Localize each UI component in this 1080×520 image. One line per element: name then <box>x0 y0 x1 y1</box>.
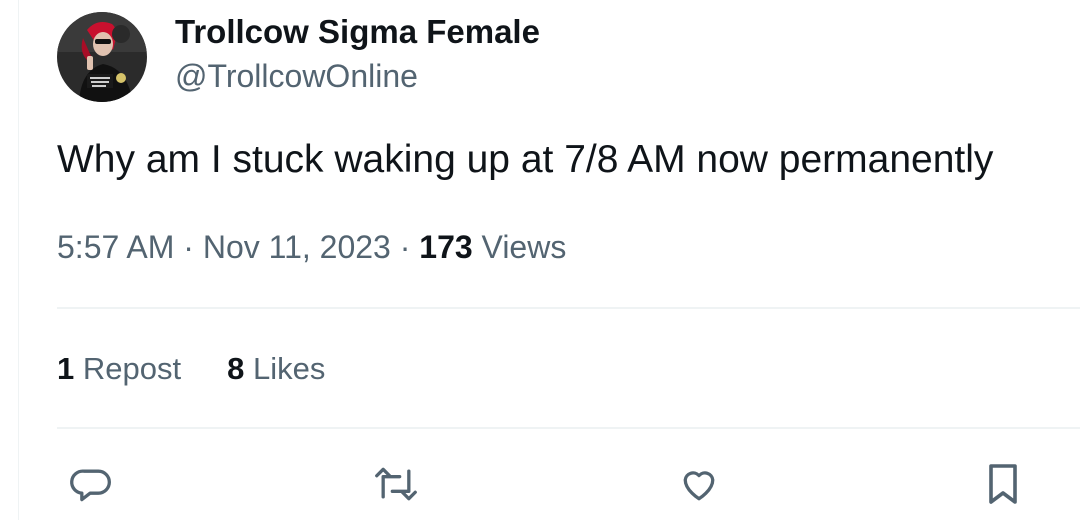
like-button[interactable] <box>671 456 727 512</box>
reposts-count: 1 <box>57 351 75 386</box>
separator: · <box>399 229 411 265</box>
reposts-stat[interactable]: 1 Repost <box>57 348 181 390</box>
heart-icon <box>677 462 721 506</box>
divider <box>57 307 1080 309</box>
repost-button[interactable] <box>368 456 424 512</box>
repost-icon <box>372 462 420 506</box>
tweet-text: Why am I stuck waking up at 7/8 AM now p… <box>57 138 994 181</box>
author-names: Trollcow Sigma Female @TrollcowOnline <box>175 10 540 98</box>
tweet-time[interactable]: 5:57 AM <box>57 229 174 265</box>
bookmark-button[interactable] <box>975 456 1031 512</box>
likes-label: Likes <box>252 351 326 386</box>
tweet-detail-view: Trollcow Sigma Female @TrollcowOnline Wh… <box>0 0 1080 520</box>
likes-count: 8 <box>227 351 245 386</box>
display-name[interactable]: Trollcow Sigma Female <box>175 10 540 54</box>
views-label: Views <box>481 229 567 265</box>
separator: · <box>183 229 194 265</box>
reply-icon <box>69 462 113 506</box>
tweet-date[interactable]: Nov 11, 2023 <box>203 229 391 265</box>
engagement-stats: 1 Repost 8 Likes <box>57 348 325 390</box>
avatar[interactable] <box>57 12 147 102</box>
action-bar <box>0 456 1080 512</box>
tweet-metadata: 5:57 AM · Nov 11, 2023 · 173 Views <box>57 225 566 269</box>
reposts-label: Repost <box>82 351 182 386</box>
column-border <box>18 0 19 520</box>
likes-stat[interactable]: 8 Likes <box>227 348 325 390</box>
bookmark-icon <box>983 460 1023 508</box>
avatar-image <box>57 12 147 102</box>
divider <box>57 427 1080 429</box>
user-handle[interactable]: @TrollcowOnline <box>175 54 540 98</box>
views-count: 173 <box>419 229 473 265</box>
tweet-header: Trollcow Sigma Female @TrollcowOnline <box>57 12 540 102</box>
reply-button[interactable] <box>63 456 119 512</box>
